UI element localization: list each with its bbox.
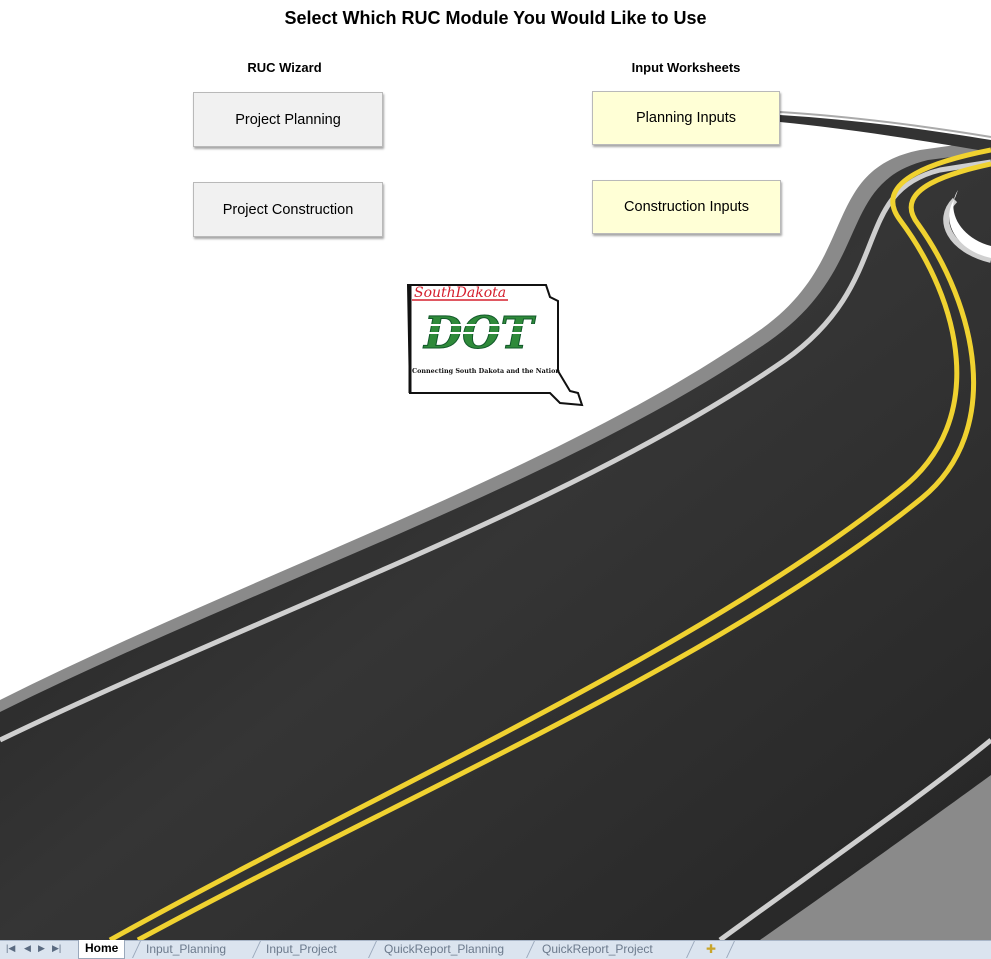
home-worksheet: Select Which RUC Module You Would Like t…: [0, 0, 991, 940]
first-sheet-icon[interactable]: |◀: [6, 943, 15, 954]
last-sheet-icon[interactable]: ▶|: [52, 943, 61, 954]
project-construction-button[interactable]: Project Construction: [193, 182, 383, 237]
sddot-logo: SouthDakota DOT Connecting South Dakota …: [400, 273, 590, 417]
construction-inputs-button[interactable]: Construction Inputs: [592, 180, 781, 234]
tab-quickreport-planning[interactable]: QuickReport_Planning: [378, 941, 510, 958]
tab-input-project[interactable]: Input_Project: [260, 941, 343, 958]
next-sheet-icon[interactable]: ▶: [38, 943, 45, 954]
tab-input-planning[interactable]: Input_Planning: [140, 941, 232, 958]
prev-sheet-icon[interactable]: ◀: [24, 943, 31, 954]
page-title: Select Which RUC Module You Would Like t…: [284, 8, 707, 28]
tab-home[interactable]: Home: [78, 940, 126, 959]
logo-tagline: Connecting South Dakota and the Nation: [412, 367, 560, 375]
planning-inputs-button[interactable]: Planning Inputs: [592, 91, 780, 145]
tab-quickreport-project[interactable]: QuickReport_Project: [536, 941, 659, 958]
insert-sheet-icon[interactable]: ✚: [700, 941, 722, 958]
ruc-wizard-heading: RUC Wizard: [247, 60, 322, 75]
sheet-tab-bar: |◀ ◀ ▶ ▶| Home Input_Planning Input_Proj…: [0, 940, 991, 959]
input-worksheets-heading: Input Worksheets: [631, 60, 741, 75]
road-illustration: [0, 111, 991, 940]
logo-script-text: SouthDakota: [414, 285, 506, 301]
project-planning-button[interactable]: Project Planning: [193, 92, 383, 147]
